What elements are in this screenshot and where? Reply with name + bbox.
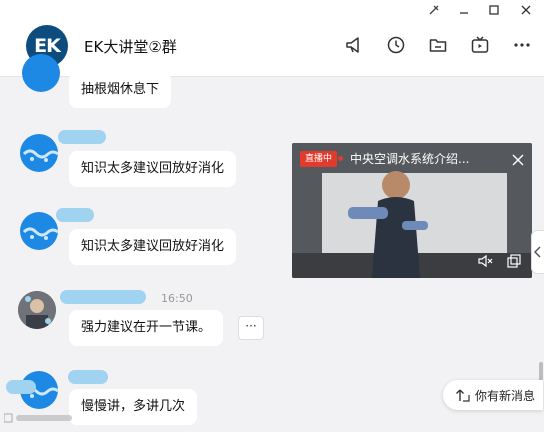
live-dot	[338, 156, 343, 161]
live-badge: 直播中	[300, 151, 338, 167]
chat-header: EK EK大讲堂②群	[0, 0, 544, 77]
close-icon[interactable]	[510, 0, 542, 20]
message-time: 16:50	[161, 292, 193, 305]
avatar[interactable]	[20, 212, 58, 250]
avatar[interactable]	[18, 291, 56, 329]
watermark	[3, 412, 74, 427]
chevron-left-icon	[534, 246, 541, 258]
group-name[interactable]: EK大讲堂②群	[84, 36, 177, 57]
close-icon[interactable]	[512, 151, 524, 170]
new-message-label: 你有新消息	[475, 388, 536, 403]
restore-window-icon[interactable]	[506, 253, 522, 273]
pin-icon[interactable]	[418, 0, 450, 20]
minimize-icon[interactable]	[448, 0, 480, 20]
message-bubble: 强力建议在开一节课。	[69, 310, 224, 346]
arrow-up-icon	[456, 389, 470, 402]
sender-name	[60, 290, 146, 304]
history-icon[interactable]	[384, 33, 408, 57]
live-icon[interactable]	[468, 33, 492, 57]
maximize-icon[interactable]	[478, 0, 510, 20]
live-video-window[interactable]: 直播中 中央空调水系统介绍...	[292, 143, 532, 278]
message-more-button[interactable]: ···	[238, 316, 264, 340]
mute-icon[interactable]	[477, 253, 493, 273]
more-icon[interactable]	[510, 33, 534, 57]
avatar[interactable]	[20, 134, 58, 172]
announcement-icon[interactable]	[342, 33, 366, 57]
sender-name	[6, 380, 36, 394]
sender-name	[68, 370, 108, 384]
side-panel-toggle[interactable]	[531, 230, 544, 274]
message-bubble: 知识太多建议回放好消化	[69, 229, 237, 265]
sender-name	[58, 130, 106, 144]
live-title: 中央空调水系统介绍...	[350, 152, 470, 166]
new-message-button[interactable]: 你有新消息	[443, 380, 543, 410]
message-bubble: 抽根烟休息下	[69, 72, 172, 108]
message-bubble: 慢慢讲，多讲几次	[69, 389, 198, 425]
message-bubble: 知识太多建议回放好消化	[69, 151, 237, 187]
folder-icon[interactable]	[426, 33, 450, 57]
sender-name	[56, 208, 94, 222]
avatar[interactable]	[22, 54, 60, 92]
